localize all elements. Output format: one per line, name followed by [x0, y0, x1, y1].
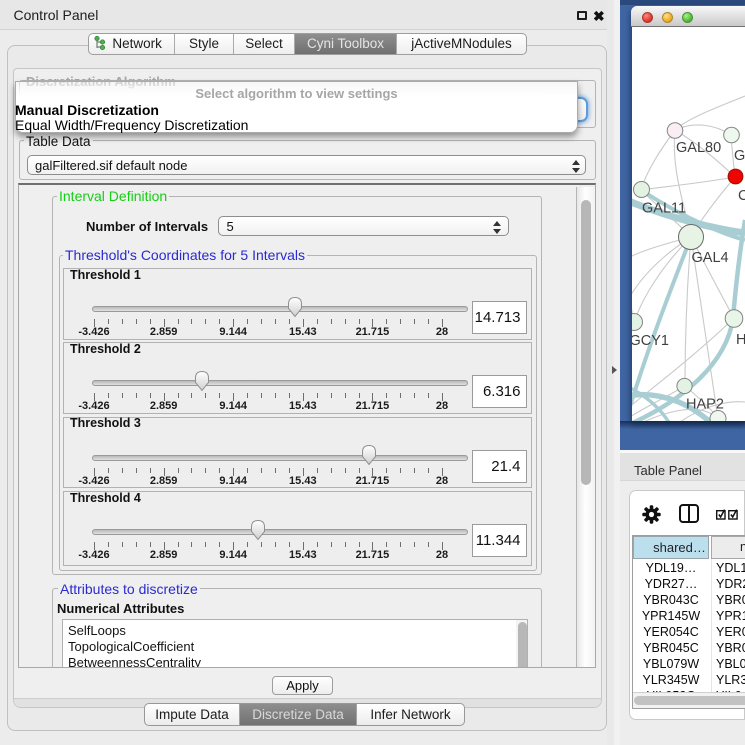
svg-text:GAL4: GAL4 [692, 250, 729, 266]
svg-text:HAP2: HAP2 [686, 397, 724, 413]
svg-text:GAL80: GAL80 [676, 140, 721, 156]
svg-text:GCY1: GCY1 [632, 333, 669, 349]
svg-text:H: H [736, 332, 745, 348]
svg-text:GAL11: GAL11 [642, 201, 686, 217]
svg-text:C: C [738, 188, 745, 204]
svg-text:GA: GA [734, 148, 745, 164]
